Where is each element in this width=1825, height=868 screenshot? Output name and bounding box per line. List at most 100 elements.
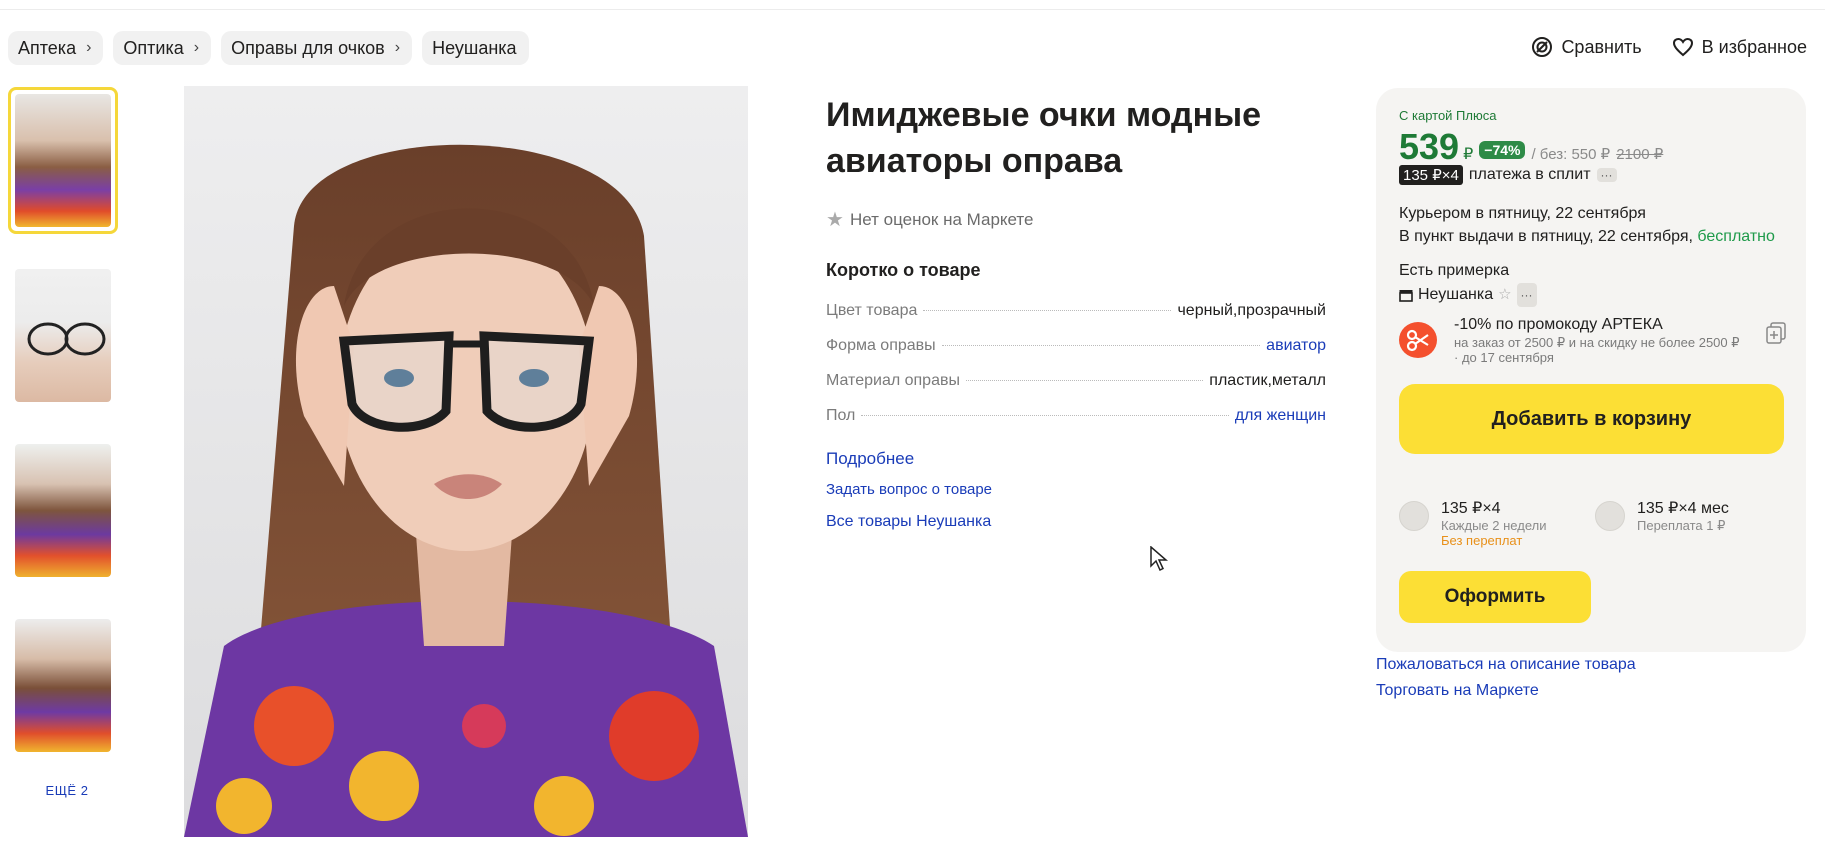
spec-leader xyxy=(965,380,1204,381)
top-divider xyxy=(0,0,1825,10)
split-text: платежа в сплит xyxy=(1468,166,1591,183)
shop-name[interactable]: Неушанка xyxy=(1418,283,1493,307)
spec-leader xyxy=(861,415,1229,416)
product-links: Подробнее Задать вопрос о товаре Все тов… xyxy=(826,449,992,531)
more-details-link[interactable]: Подробнее xyxy=(826,449,992,481)
spec-row: Пол для женщин xyxy=(826,407,1326,442)
plan-period: Каждые 2 недели xyxy=(1441,518,1547,533)
breadcrumb-item-optika[interactable]: Оптика › xyxy=(113,31,212,65)
shop-icon xyxy=(1399,289,1413,302)
price: 539 xyxy=(1399,126,1460,167)
buy-box: С картой Плюса 539 ₽ −74% / без: 550 ₽ 2… xyxy=(1376,88,1806,652)
shop-row: Неушанка ☆ ··· xyxy=(1399,283,1537,307)
add-to-cart-button[interactable]: Добавить в корзину xyxy=(1399,384,1784,454)
chevron-right-icon: › xyxy=(86,39,92,56)
split-badge: 135 ₽×4 xyxy=(1399,165,1463,185)
more-photos-link[interactable]: ЕЩЁ 2 xyxy=(8,783,126,798)
thumbnail-image xyxy=(15,444,111,577)
complain-link[interactable]: Пожаловаться на описание товара xyxy=(1376,652,1636,678)
thumbnail-image xyxy=(15,269,111,402)
rating[interactable]: ★ Нет оценок на Маркете xyxy=(826,207,1033,232)
spec-row: Форма оправы авиатор xyxy=(826,337,1326,372)
rating-text: Нет оценок на Маркете xyxy=(849,209,1034,229)
split-payment[interactable]: 135 ₽×4 платежа в сплит ··· xyxy=(1399,165,1617,185)
spec-value-link[interactable]: авиатор xyxy=(1266,337,1326,355)
star-outline-icon[interactable]: ☆ xyxy=(1498,283,1511,307)
product-title: Имиджевые очки модные авиаторы оправа xyxy=(826,96,1262,180)
breadcrumb-item-frames[interactable]: Оправы для очков › xyxy=(221,31,413,65)
plan-option-monthly[interactable]: 135 ₽×4 мес Переплата 1 ₽ xyxy=(1595,498,1729,534)
spec-leader xyxy=(923,310,1172,311)
top-actions: Сравнить В избранное xyxy=(1531,36,1807,58)
compare-button[interactable]: Сравнить xyxy=(1531,36,1642,58)
thumbnail-1[interactable] xyxy=(8,87,118,234)
star-icon: ★ xyxy=(826,209,844,231)
sell-on-market-link[interactable]: Торговать на Маркете xyxy=(1376,678,1636,704)
breadcrumb: Аптека › Оптика › Оправы для очков › Неушан… xyxy=(8,31,529,65)
specs-list: Цвет товара черный,прозрачный Форма оправ… xyxy=(826,302,1326,442)
spec-key: Материал оправы xyxy=(826,372,960,389)
thumbnail-4[interactable] xyxy=(8,612,118,759)
split-more-button[interactable]: ··· xyxy=(1596,168,1617,182)
footer-links: Пожаловаться на описание товара Торговат… xyxy=(1376,652,1636,704)
scissors-icon xyxy=(1399,322,1437,358)
delivery-pickup-row: В пункт выдачи в пятницу, 22 сентября, б… xyxy=(1399,225,1775,248)
thumbnail-image xyxy=(15,619,111,752)
promo-block: -10% по промокоду АРТЕКА на заказ от 250… xyxy=(1399,316,1786,366)
plus-card-label: С картой Плюса xyxy=(1399,108,1497,123)
all-brand-goods-link[interactable]: Все товары Неушанка xyxy=(826,513,992,531)
thumbnail-3[interactable] xyxy=(8,437,118,584)
favorite-label: В избранное xyxy=(1701,36,1807,57)
spec-leader xyxy=(941,345,1261,346)
promo-subtitle: на заказ от 2500 ₽ и на скидку не более … xyxy=(1454,335,1740,365)
spec-value: черный,прозрачный xyxy=(1177,302,1326,319)
breadcrumb-label: Оптика xyxy=(123,37,184,58)
compare-label: Сравнить xyxy=(1561,36,1642,57)
spec-row: Цвет товара черный,прозрачный xyxy=(826,302,1326,337)
thumbnail-2[interactable] xyxy=(8,262,118,409)
copy-icon[interactable] xyxy=(1766,322,1786,344)
delivery-info: Курьером в пятницу, 22 сентября В пункт … xyxy=(1399,202,1775,248)
spec-row: Материал оправы пластик,металл xyxy=(826,372,1326,407)
plan-radio[interactable] xyxy=(1595,501,1625,531)
plan-note: Без переплат xyxy=(1441,533,1523,548)
old-price: 2100 ₽ xyxy=(1616,146,1664,163)
spec-value: пластик,металл xyxy=(1209,372,1326,389)
chevron-right-icon: › xyxy=(394,39,401,56)
product-main-image[interactable] xyxy=(184,86,748,837)
plan-radio[interactable] xyxy=(1399,501,1429,531)
ask-question-link[interactable]: Задать вопрос о товаре xyxy=(826,481,992,513)
fitting-info: Есть примерка Неушанка ☆ ··· xyxy=(1399,259,1537,307)
price-currency: ₽ xyxy=(1463,146,1474,163)
thumbnail-gallery: ЕЩЁ 2 xyxy=(8,87,128,798)
chevron-right-icon: › xyxy=(193,39,200,56)
checkout-button[interactable]: Оформить xyxy=(1399,571,1591,623)
promo-title: -10% по промокоду АРТЕКА xyxy=(1454,316,1663,333)
breadcrumb-item-apteka[interactable]: Аптека › xyxy=(8,31,104,65)
plan-option-split[interactable]: 135 ₽×4 Каждые 2 недели Без переплат xyxy=(1399,498,1546,548)
discount-badge: −74% xyxy=(1479,141,1526,159)
price-row: 539 ₽ −74% / без: 550 ₽ 2100 ₽ xyxy=(1399,126,1663,168)
product-photo-illustration xyxy=(184,86,748,837)
plan-period: Переплата 1 ₽ xyxy=(1637,518,1726,533)
delivery-courier: Курьером в пятницу, 22 сентября xyxy=(1399,205,1646,222)
spec-key: Форма оправы xyxy=(826,337,936,354)
heart-icon xyxy=(1672,37,1693,57)
delivery-pickup: В пункт выдачи в пятницу, 22 сентября, xyxy=(1399,228,1693,245)
breadcrumb-label: Аптека xyxy=(18,37,77,58)
spec-value-link[interactable]: для женщин xyxy=(1235,407,1326,425)
specs-heading: Коротко о товаре xyxy=(826,260,981,280)
price-without-card: / без: 550 ₽ xyxy=(1531,146,1611,163)
mouse-cursor-icon xyxy=(1150,546,1168,572)
breadcrumb-item-brand[interactable]: Неушанка xyxy=(422,31,529,65)
compare-icon xyxy=(1532,37,1553,57)
plan-amount: 135 ₽×4 мес xyxy=(1637,500,1729,517)
breadcrumb-label: Оправы для очков xyxy=(231,37,385,58)
thumbnail-image xyxy=(15,94,111,227)
fitting-label: Есть примерка xyxy=(1399,262,1510,279)
breadcrumb-label: Неушанка xyxy=(432,37,517,58)
favorite-button[interactable]: В избранное xyxy=(1672,36,1807,58)
shop-more-button[interactable]: ··· xyxy=(1516,283,1537,307)
spec-key: Пол xyxy=(826,407,856,424)
spec-key: Цвет товара xyxy=(826,302,918,319)
